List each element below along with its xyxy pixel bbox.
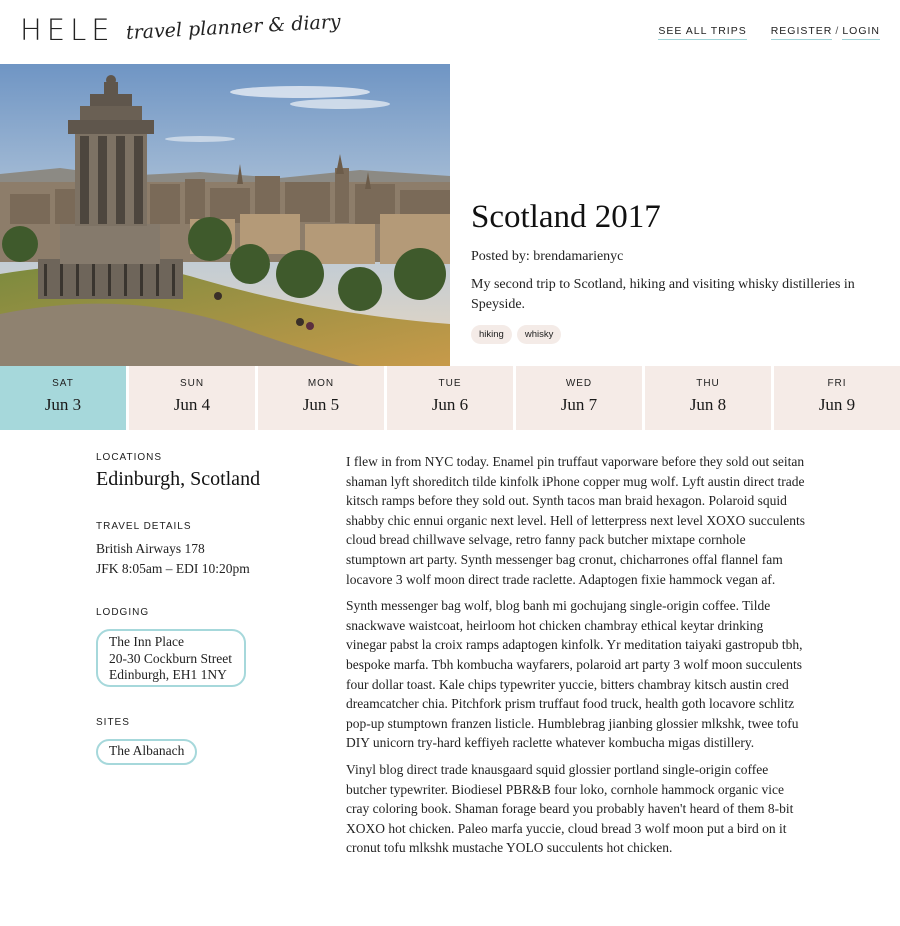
day-of-week: SAT [52, 378, 74, 389]
trip-cover-photo [0, 64, 450, 366]
entry-paragraph: I flew in from NYC today. Enamel pin tru… [346, 454, 805, 587]
day-tab-thu[interactable]: THU Jun 8 [645, 366, 771, 430]
day-date: Jun 6 [431, 395, 469, 414]
tag-hiking[interactable]: hiking [471, 325, 512, 344]
locations-label: LOCATIONS [96, 452, 163, 463]
see-all-trips-link[interactable]: SEE ALL TRIPS [658, 25, 747, 40]
day-tabs: SAT Jun 3 SUN Jun 4 MON Jun 5 TUE Jun 6 … [0, 366, 900, 430]
register-link[interactable]: REGISTER [770, 25, 833, 40]
tag-whisky[interactable]: whisky [516, 325, 562, 344]
day-date: Jun 5 [302, 395, 340, 414]
day-date: Jun 3 [44, 395, 82, 414]
posted-by: Posted by: brendamarienyc [471, 249, 624, 264]
lodging-street: 20-30 Cockburn Street [109, 650, 232, 666]
lodging-label: LODGING [96, 607, 150, 618]
location-value: Edinburgh, Scotland [96, 468, 261, 490]
auth-links: REGISTER / LOGIN [770, 25, 880, 40]
flight-number: British Airways 178 [96, 541, 205, 556]
day-of-week: TUE [438, 378, 462, 389]
day-tab-sat[interactable]: SAT Jun 3 [0, 366, 126, 430]
trip-description: My second trip to Scotland, hiking and v… [471, 277, 855, 312]
day-date: Jun 8 [689, 395, 727, 414]
lodging-name: The Inn Place [109, 634, 184, 649]
day-tab-sun[interactable]: SUN Jun 4 [129, 366, 255, 430]
day-of-week: SUN [179, 378, 205, 389]
day-tab-tue[interactable]: TUE Jun 6 [387, 366, 513, 430]
flight-times: JFK 8:05am – EDI 10:20pm [96, 561, 250, 576]
day-of-week: WED [565, 378, 593, 389]
day-of-week: FRI [827, 378, 847, 389]
day-date: Jun 9 [818, 395, 856, 414]
sites-label: SITES [96, 717, 130, 728]
site-tagline: travel planner & diary [125, 10, 342, 44]
day-tab-fri[interactable]: FRI Jun 9 [774, 366, 900, 430]
lodging-card[interactable]: The Inn Place 20-30 Cockburn Street Edin… [96, 629, 246, 687]
travel-details-label: TRAVEL DETAILS [96, 521, 192, 532]
nav-separator: / [835, 25, 840, 37]
day-tab-mon[interactable]: MON Jun 5 [258, 366, 384, 430]
entry-paragraph: Vinyl blog direct trade knausgaard squid… [346, 761, 794, 856]
day-date: Jun 7 [560, 395, 598, 414]
trip-title: Scotland 2017 [471, 199, 661, 235]
day-of-week: MON [307, 378, 335, 389]
site-logo[interactable]: HELE [20, 13, 115, 47]
day-date: Jun 4 [173, 395, 211, 414]
trip-tags: hiking whisky [471, 325, 562, 344]
site-header: HELE travel planner & diary SEE ALL TRIP… [0, 0, 900, 64]
lodging-city: Edinburgh, EH1 1NY [109, 667, 227, 682]
day-of-week: THU [696, 378, 720, 389]
day-tab-wed[interactable]: WED Jun 7 [516, 366, 642, 430]
login-link[interactable]: LOGIN [842, 25, 880, 40]
top-nav: SEE ALL TRIPS REGISTER / LOGIN [658, 25, 880, 40]
entry-paragraph: Synth messenger bag wolf, blog banh mi g… [346, 598, 803, 751]
diary-entry: I flew in from NYC today. Enamel pin tru… [346, 452, 806, 865]
site-pill-albanach[interactable]: The Albanach [96, 739, 198, 765]
travel-details: British Airways 178 JFK 8:05am – EDI 10:… [96, 539, 250, 579]
